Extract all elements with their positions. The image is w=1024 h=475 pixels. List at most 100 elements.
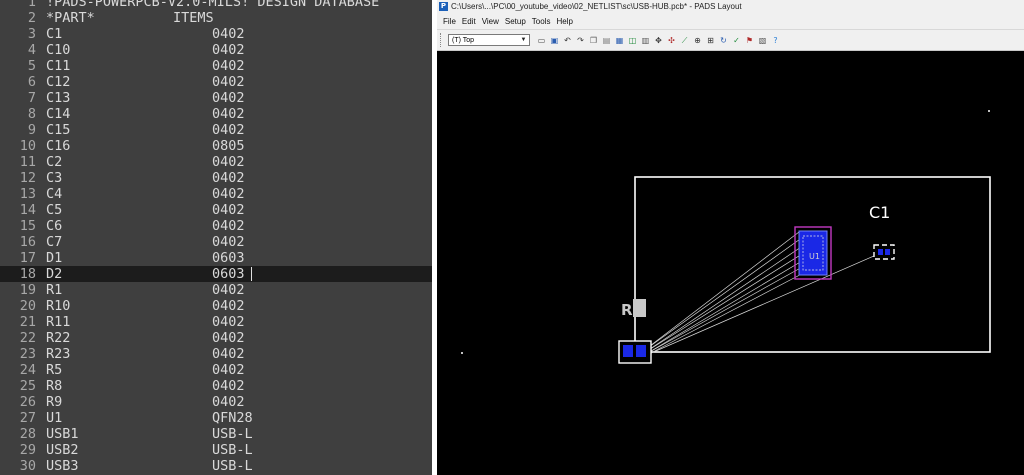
part-name: C11 <box>46 58 71 74</box>
editor-line[interactable]: 21 R11 0402 <box>0 314 432 330</box>
editor-line[interactable]: 28 USB1 USB-L <box>0 426 432 442</box>
layers-icon[interactable]: ◫ <box>627 35 638 46</box>
part-name: C15 <box>46 122 71 138</box>
line-number: 10 <box>19 138 36 154</box>
part-decal: 0402 <box>212 26 245 42</box>
move-icon[interactable]: ✣ <box>666 35 677 46</box>
editor-line[interactable]: 13 C4 0402 <box>0 186 432 202</box>
layer-select[interactable]: (T) Top ▼ <box>448 34 530 46</box>
editor-line[interactable]: 20 R10 0402 <box>0 298 432 314</box>
editor-line[interactable]: 4 C10 0402 <box>0 42 432 58</box>
zoom-icon[interactable]: ⊕ <box>692 35 703 46</box>
editor-line[interactable]: 6 C12 0402 <box>0 74 432 90</box>
part-decal: 0402 <box>212 90 245 106</box>
window-titlebar[interactable]: P C:\Users\...\PC\00_youtube_video\02_NE… <box>437 0 1024 13</box>
editor-line[interactable]: 27 U1 QFN28 <box>0 410 432 426</box>
editor-line[interactable]: 17 D1 0603 <box>0 250 432 266</box>
part-name: C16 <box>46 138 71 154</box>
pan-icon[interactable]: ✥ <box>653 35 664 46</box>
editor-line[interactable]: 3 C1 0402 <box>0 26 432 42</box>
open-icon[interactable]: ▭ <box>536 35 547 46</box>
part-decal: 0402 <box>212 298 245 314</box>
editor-line[interactable]: 2 *PART* ITEMS <box>0 10 432 26</box>
editor-line[interactable]: 8 C14 0402 <box>0 106 432 122</box>
canvas-dot <box>988 110 990 112</box>
editor-line[interactable]: 19 R1 0402 <box>0 282 432 298</box>
part-decal: 0402 <box>212 362 245 378</box>
part-name: USB1 <box>46 426 79 442</box>
editor-line[interactable]: 23 R23 0402 <box>0 346 432 362</box>
editor-line[interactable]: 29 USB2 USB-L <box>0 442 432 458</box>
line-number: 27 <box>19 410 36 426</box>
line-number: 16 <box>19 234 36 250</box>
editor-line-current[interactable]: 18 D2 0603 <box>0 266 432 282</box>
paste-icon[interactable]: ▤ <box>601 35 612 46</box>
part-name: C14 <box>46 106 71 122</box>
editor-line[interactable]: 30 USB3 USB-L <box>0 458 432 474</box>
text-editor[interactable]: 1 !PADS-POWERPCB-V2.0-MILS! DESIGN DATABA… <box>0 0 432 475</box>
part-name: U1 <box>46 410 63 426</box>
verify-icon[interactable]: ✓ <box>731 35 742 46</box>
editor-line[interactable]: 12 C3 0402 <box>0 170 432 186</box>
c1-pad <box>885 249 890 255</box>
redo-icon[interactable]: ↷ <box>575 35 586 46</box>
part-decal: 0402 <box>212 202 245 218</box>
editor-line[interactable]: 1 !PADS-POWERPCB-V2.0-MILS! DESIGN DATABA… <box>0 0 432 10</box>
menu-item-view[interactable]: View <box>482 17 499 26</box>
editor-line[interactable]: 9 C15 0402 <box>0 122 432 138</box>
editor-line[interactable]: 25 R8 0402 <box>0 378 432 394</box>
editor-line[interactable]: 15 C6 0402 <box>0 218 432 234</box>
part-decal: USB-L <box>212 426 253 442</box>
menu-item-setup[interactable]: Setup <box>505 17 526 26</box>
part-name: C7 <box>46 234 63 250</box>
part-name: *PART* <box>46 10 95 26</box>
pcb-canvas[interactable]: U1 C1 R <box>437 51 1024 475</box>
properties-icon[interactable]: ▦ <box>614 35 625 46</box>
line-number: 21 <box>19 314 36 330</box>
menu-item-help[interactable]: Help <box>556 17 572 26</box>
editor-line[interactable]: 26 R9 0402 <box>0 394 432 410</box>
editor-line[interactable]: 5 C11 0402 <box>0 58 432 74</box>
part-decal: 0402 <box>212 330 245 346</box>
editor-line[interactable]: 7 C13 0402 <box>0 90 432 106</box>
canvas-background <box>437 51 1024 475</box>
toolbar-grip[interactable] <box>440 33 444 47</box>
editor-line[interactable]: 16 C7 0402 <box>0 234 432 250</box>
part-name: C12 <box>46 74 71 90</box>
grid-icon[interactable]: ▥ <box>640 35 651 46</box>
editor-line[interactable]: 22 R22 0402 <box>0 330 432 346</box>
undo-icon[interactable]: ↶ <box>562 35 573 46</box>
line-number: 19 <box>19 282 36 298</box>
chevron-down-icon[interactable]: ▼ <box>519 35 528 45</box>
part-decal: USB-L <box>212 442 253 458</box>
zoom-fit-icon[interactable]: ⊞ <box>705 35 716 46</box>
part-name: R11 <box>46 314 71 330</box>
menu-item-file[interactable]: File <box>443 17 456 26</box>
help-icon[interactable]: ? <box>770 35 781 46</box>
line-number: 18 <box>19 266 36 282</box>
u1-footprint[interactable]: U1 <box>794 226 832 280</box>
menu-item-edit[interactable]: Edit <box>462 17 476 26</box>
redraw-icon[interactable]: ↻ <box>718 35 729 46</box>
part-decal: 0402 <box>212 154 245 170</box>
part-decal: 0805 <box>212 138 245 154</box>
layer-select-value: (T) Top <box>452 37 475 44</box>
editor-line[interactable]: 24 R5 0402 <box>0 362 432 378</box>
route-icon[interactable]: ⟋ <box>679 35 690 46</box>
line-number: 6 <box>27 74 36 90</box>
drc-icon[interactable]: ⚑ <box>744 35 755 46</box>
part-decal: 0402 <box>212 122 245 138</box>
report-icon[interactable]: ▧ <box>757 35 768 46</box>
editor-line[interactable]: 10 C16 0805 <box>0 138 432 154</box>
part-name: C5 <box>46 202 63 218</box>
line-number: 22 <box>19 330 36 346</box>
editor-line[interactable]: 11 C2 0402 <box>0 154 432 170</box>
part-name: R8 <box>46 378 63 394</box>
part-name: C13 <box>46 90 71 106</box>
part-decal: 0402 <box>212 282 245 298</box>
copy-icon[interactable]: ❐ <box>588 35 599 46</box>
c1-label: C1 <box>869 203 890 222</box>
menu-item-tools[interactable]: Tools <box>532 17 551 26</box>
save-icon[interactable]: ▣ <box>549 35 560 46</box>
editor-line[interactable]: 14 C5 0402 <box>0 202 432 218</box>
